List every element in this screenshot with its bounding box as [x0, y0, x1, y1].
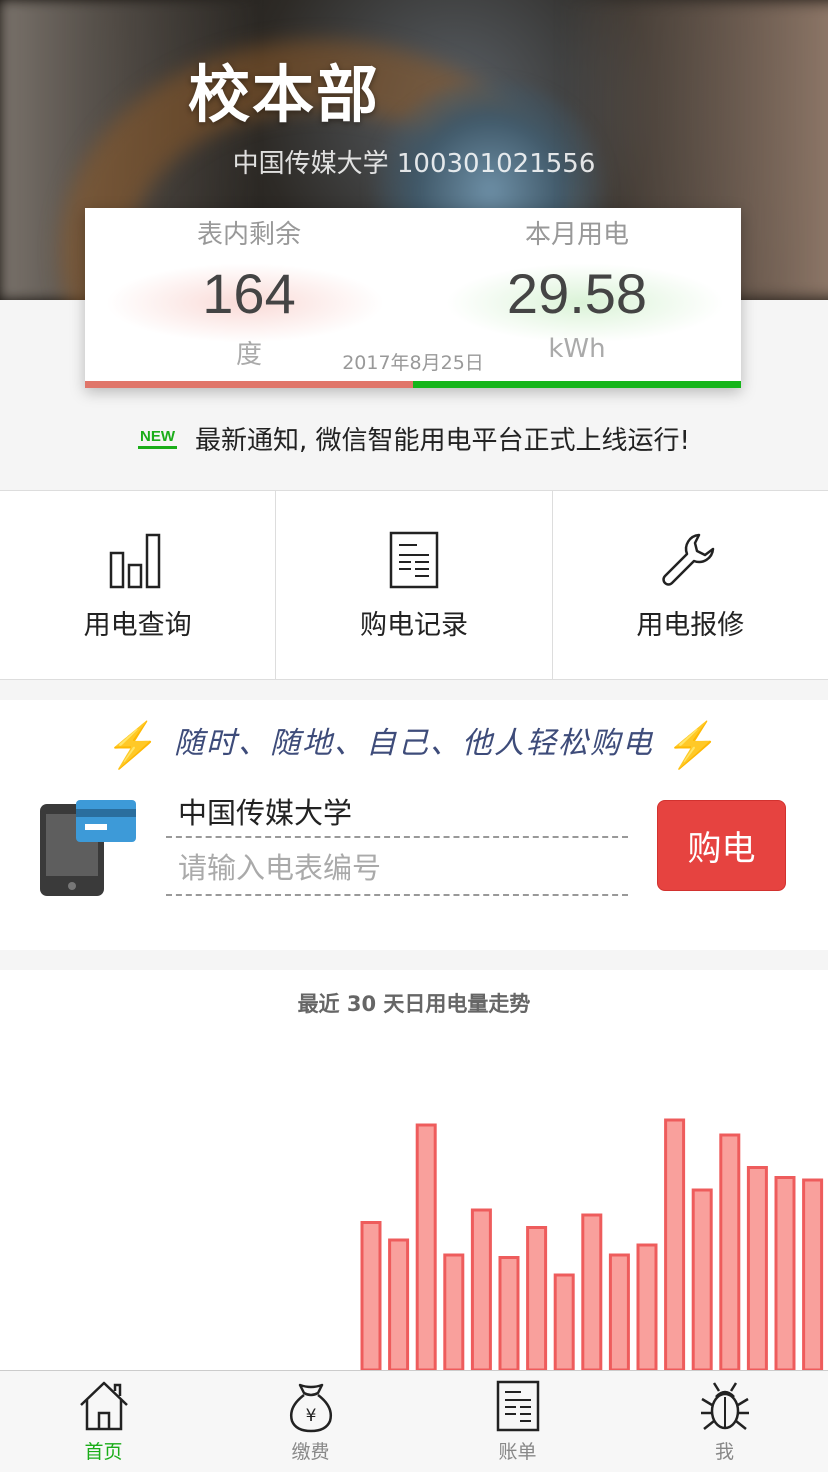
campus-title[interactable]: 校本部: [188, 44, 380, 134]
usage-trend-chart: 最近 30 天日用电量走势: [0, 970, 828, 1372]
tab-bar: 首页 ¥ 缴费 账单 我: [0, 1370, 828, 1472]
menu-repair[interactable]: 用电报修: [553, 491, 828, 679]
bill-icon: [496, 1380, 539, 1432]
month-usage-value: 29.58: [506, 262, 648, 325]
svg-text:¥: ¥: [305, 1406, 316, 1426]
stats-date: 2017年8月25日: [342, 352, 484, 374]
chart-bar: [388, 1238, 410, 1372]
chart-title: 最近 30 天日用电量走势: [297, 992, 531, 1016]
slogan-text: 随时、随地、自己、他人轻松购电: [174, 726, 654, 761]
meter-number-input[interactable]: [166, 842, 628, 894]
divider: [166, 836, 628, 838]
menu-purchase-records-label: 购电记录: [359, 609, 468, 641]
notice-text: 最新通知, 微信智能用电平台正式上线运行!: [195, 426, 690, 456]
tab-bills[interactable]: 账单: [414, 1371, 621, 1472]
tab-payment[interactable]: ¥ 缴费: [207, 1371, 414, 1472]
tab-home[interactable]: 首页: [0, 1371, 207, 1472]
home-icon: [79, 1381, 128, 1431]
chart-bar: [498, 1256, 520, 1372]
chart-bar: [636, 1243, 658, 1372]
tab-me-label: 我: [714, 1441, 734, 1463]
chart-bar: [415, 1123, 437, 1372]
month-usage-label: 本月用电: [524, 220, 629, 250]
chart-bar: [443, 1253, 465, 1372]
tab-me[interactable]: 我: [621, 1371, 828, 1472]
divider: [166, 894, 628, 896]
tab-payment-label: 缴费: [291, 1441, 330, 1463]
tab-bills-label: 账单: [498, 1441, 537, 1463]
chart-bar: [691, 1188, 713, 1372]
new-badge: NEW: [138, 428, 178, 449]
remaining-label: 表内剩余: [196, 220, 301, 250]
notice-content: NEW 最新通知, 微信智能用电平台正式上线运行!: [138, 420, 690, 457]
usage-stats-card: 表内剩余 164 度 本月用电 29.58 kWh 2017年8月25日: [85, 208, 741, 388]
phone-card-icon: [40, 800, 136, 896]
account-number: 100301021556: [396, 149, 596, 179]
chart-bar: [608, 1253, 630, 1372]
chart-bar: [719, 1133, 741, 1372]
chart-bar: [360, 1221, 382, 1372]
menu-usage-query-label: 用电查询: [83, 609, 192, 641]
chart-bar: [664, 1118, 686, 1372]
receipt-icon: [389, 531, 439, 588]
bar-chart-icon: [109, 533, 160, 588]
home-page: 校本部 中国传媒大学 100301021556 表内剩余 164 度 本月用电 …: [0, 0, 828, 1472]
account-info: 中国传媒大学 100301021556: [0, 143, 828, 180]
remaining-color-bar: [85, 381, 413, 388]
notice-bar[interactable]: NEW 最新通知, 微信智能用电平台正式上线运行!: [0, 420, 828, 480]
remaining-stat: 表内剩余 164 度: [85, 208, 413, 371]
buy-button[interactable]: 购电: [657, 800, 786, 891]
purchase-section: ⚡ 随时、随地、自己、他人轻松购电 ⚡ 中国传媒大学 购电: [0, 700, 828, 950]
wrench-icon: [662, 533, 715, 586]
lightning-icon: ⚡: [665, 720, 723, 771]
chart-bar: [553, 1273, 575, 1372]
bug-icon: [700, 1382, 749, 1430]
menu-repair-label: 用电报修: [636, 609, 745, 641]
chart-bar: [774, 1176, 796, 1372]
chart-bar: [802, 1178, 824, 1372]
money-bag-icon: ¥: [289, 1383, 332, 1433]
chart-bar: [526, 1226, 548, 1372]
menu-purchase-records[interactable]: 购电记录: [276, 491, 553, 679]
month-usage-stat: 本月用电 29.58 kWh: [413, 208, 741, 364]
chart-bar: [470, 1208, 492, 1372]
chart-bar: [581, 1213, 603, 1372]
account-school-name: 中国传媒大学: [232, 149, 389, 179]
chart-bar: [746, 1166, 768, 1372]
purchase-slogan: ⚡ 随时、随地、自己、他人轻松购电 ⚡: [0, 718, 828, 771]
tab-home-label: 首页: [84, 1441, 123, 1463]
purchase-school-name: 中国传媒大学: [178, 796, 353, 830]
lightning-icon: ⚡: [105, 720, 163, 771]
function-grid: 用电查询 购电记录 用电报修: [0, 490, 828, 680]
menu-usage-query[interactable]: 用电查询: [0, 491, 277, 679]
usage-color-bar: [413, 381, 741, 388]
usage-trend-svg: [360, 1118, 824, 1372]
remaining-value: 164: [202, 262, 296, 325]
